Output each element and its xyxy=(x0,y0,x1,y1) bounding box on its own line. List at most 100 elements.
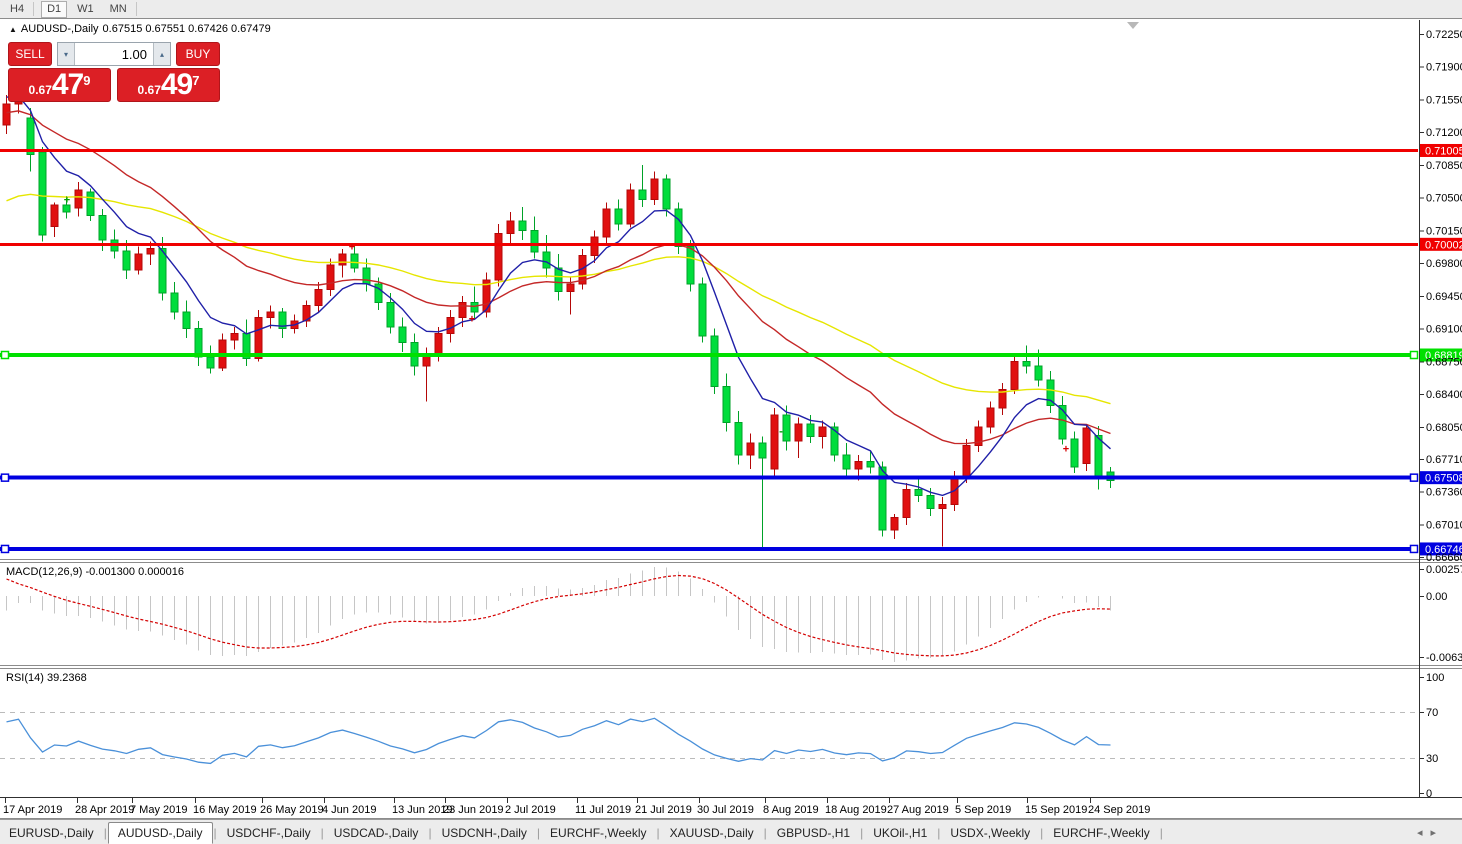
date-axis-label: 16 May 2019 xyxy=(193,804,257,816)
candle xyxy=(1011,361,1018,389)
hline-anchor[interactable] xyxy=(1411,545,1418,552)
tab-ukoil-h1[interactable]: UKOil-,H1 xyxy=(864,823,936,843)
tab-usdcnh-daily[interactable]: USDCNH-,Daily xyxy=(433,823,536,843)
price-axis-label: 0.67710 xyxy=(1426,454,1462,466)
hline-anchor[interactable] xyxy=(2,545,9,552)
candle xyxy=(1035,366,1042,380)
candle xyxy=(135,254,142,270)
candle xyxy=(615,209,622,224)
candle xyxy=(651,179,658,200)
candle xyxy=(855,462,862,469)
candle xyxy=(183,312,190,329)
timeframe-mn-button[interactable]: MN xyxy=(104,1,133,18)
toolbar-separator xyxy=(136,2,137,16)
mt4-window: H4 D1 W1 MN 0.710050.700020.688190.67508… xyxy=(0,0,1462,844)
tab-usdchf-daily[interactable]: USDCHF-,Daily xyxy=(218,823,320,843)
candle xyxy=(759,443,766,458)
buy-price-sup: 7 xyxy=(192,74,199,87)
candle xyxy=(519,221,526,230)
candle xyxy=(927,495,934,508)
tab-audusd-daily[interactable]: AUDUSD-,Daily xyxy=(108,822,213,844)
price-axis-label: 0.69100 xyxy=(1426,324,1462,336)
macd-indicator-label: MACD(12,26,9) -0.001300 0.000016 xyxy=(6,566,184,578)
volume-increase-button[interactable]: ▴ xyxy=(154,43,170,65)
candle xyxy=(915,490,922,496)
candle xyxy=(195,329,202,357)
timeframe-w1-button[interactable]: W1 xyxy=(71,1,100,18)
candle xyxy=(315,289,322,305)
chart-ohlc-values: 0.67515 0.67551 0.67426 0.67479 xyxy=(103,23,271,35)
candle xyxy=(447,317,454,333)
hline-anchor[interactable] xyxy=(2,474,9,481)
sell-price-prefix: 0.67 xyxy=(29,80,52,100)
candle xyxy=(435,333,442,355)
candle xyxy=(507,221,514,233)
tab-usdx-weekly[interactable]: USDX-,Weekly xyxy=(941,823,1039,843)
tab-usdcad-daily[interactable]: USDCAD-,Daily xyxy=(325,823,428,843)
timeframe-h4-button[interactable]: H4 xyxy=(4,1,30,18)
candle xyxy=(639,190,646,199)
candle xyxy=(543,252,550,268)
trade-marker-icon: + xyxy=(64,195,70,207)
candle xyxy=(627,190,634,224)
tab-scroll-arrows[interactable]: ◂▸ xyxy=(1417,826,1444,839)
buy-price-big: 49 xyxy=(161,70,192,100)
volume-input[interactable]: 1.00 xyxy=(74,43,154,65)
tab-eurchf-weekly[interactable]: EURCHF-,Weekly xyxy=(541,823,655,843)
tab-gbpusd-h1[interactable]: GBPUSD-,H1 xyxy=(768,823,859,843)
price-flag-label: 0.67508 xyxy=(1425,473,1462,485)
candle xyxy=(387,303,394,327)
tab-xauusd-daily[interactable]: XAUUSD-,Daily xyxy=(661,823,763,843)
date-axis-label: 18 Aug 2019 xyxy=(825,804,887,816)
hline-anchor[interactable] xyxy=(1411,474,1418,481)
chart-symbol-label: AUDUSD-,Daily xyxy=(21,23,99,35)
price-axis-label: 0.71900 xyxy=(1426,62,1462,74)
macd-axis-label: 0.00 xyxy=(1426,591,1447,603)
candle xyxy=(339,254,346,265)
chart-canvas: 0.710050.700020.688190.675080.667460.722… xyxy=(0,0,1462,844)
hline-anchor[interactable] xyxy=(2,352,9,359)
sell-price-sup: 9 xyxy=(83,74,90,87)
price-axis-label: 0.72250 xyxy=(1426,29,1462,41)
candle xyxy=(51,205,58,227)
macd-axis-label: -0.006326 xyxy=(1426,652,1462,664)
candle xyxy=(147,248,154,254)
candle xyxy=(687,246,694,283)
candle xyxy=(843,455,850,469)
candle xyxy=(771,415,778,469)
date-axis-label: 23 Jun 2019 xyxy=(443,804,504,816)
candle xyxy=(723,387,730,423)
candle xyxy=(1071,439,1078,467)
candle xyxy=(207,357,214,368)
date-axis-label: 7 May 2019 xyxy=(130,804,187,816)
volume-decrease-button[interactable]: ▾ xyxy=(58,43,74,65)
price-axis-label: 0.69450 xyxy=(1426,291,1462,303)
price-axis-label: 0.66660 xyxy=(1426,552,1462,564)
candle xyxy=(603,209,610,237)
candle xyxy=(123,251,130,270)
candle xyxy=(267,312,274,318)
tab-eurusd-daily[interactable]: EURUSD-,Daily xyxy=(0,823,103,843)
hline-anchor[interactable] xyxy=(1411,352,1418,359)
timeframe-toolbar: H4 D1 W1 MN xyxy=(0,0,1462,18)
candle xyxy=(351,254,358,268)
date-axis-label: 17 Apr 2019 xyxy=(3,804,62,816)
buy-price-box[interactable]: 0.67 49 7 xyxy=(117,68,220,102)
buy-button[interactable]: BUY xyxy=(176,42,220,66)
candle xyxy=(591,237,598,256)
candle xyxy=(867,462,874,468)
candle xyxy=(747,443,754,455)
sell-price-box[interactable]: 0.67 47 9 xyxy=(8,68,111,102)
candle xyxy=(495,233,502,280)
candle xyxy=(939,505,946,509)
sell-button[interactable]: SELL xyxy=(8,42,52,66)
one-click-trading-panel: SELL ▾ 1.00 ▴ BUY 0.67 47 9 0.67 49 7 xyxy=(8,42,220,102)
trade-marker-icon: - xyxy=(779,426,783,438)
panel-toggle-icon[interactable]: ▲ xyxy=(9,25,17,34)
candle xyxy=(1083,428,1090,464)
tab-eurchf-weekly-2[interactable]: EURCHF-,Weekly xyxy=(1044,823,1158,843)
volume-stepper: ▾ 1.00 ▴ xyxy=(57,42,171,66)
timeframe-d1-button[interactable]: D1 xyxy=(41,1,67,18)
candle xyxy=(399,327,406,343)
candle xyxy=(807,424,814,436)
